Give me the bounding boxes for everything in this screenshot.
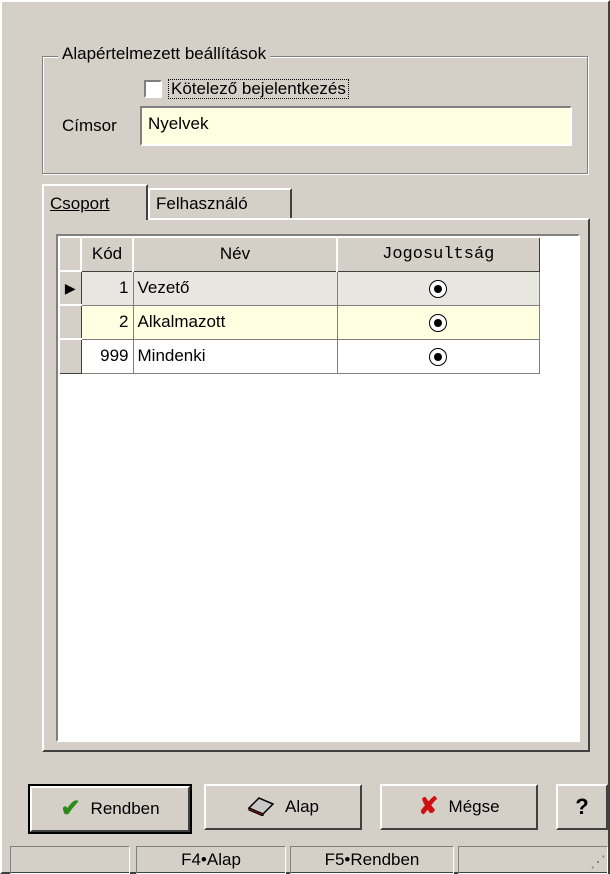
table-row[interactable]: 2 Alkalmazott (58, 304, 540, 340)
column-header-kod[interactable]: Kód (80, 236, 134, 272)
checkbox-label[interactable]: Kötelező bejelentkezés (168, 79, 349, 99)
table-row[interactable]: 999 Mindenki (58, 338, 540, 374)
cell-jogosultsag[interactable] (337, 339, 540, 374)
cell-nev[interactable]: Mindenki (133, 339, 338, 374)
column-header-jogosultsag[interactable]: Jogosultság (336, 236, 540, 272)
tab-felhasznalo[interactable]: Felhasználó (148, 188, 292, 218)
help-button[interactable]: ? (556, 784, 608, 830)
cancel-button[interactable]: ✘ Mégse (380, 784, 538, 830)
cancel-x-icon: ✘ (418, 793, 439, 820)
cell-kod[interactable]: 999 (81, 339, 134, 374)
status-panel-empty (10, 846, 130, 874)
reset-button-label: Alap (284, 797, 320, 816)
title-label: Címsor (62, 116, 117, 135)
row-indicator[interactable]: ▶ (58, 270, 82, 306)
grid-header-row: Kód Név Jogosultság (58, 236, 540, 272)
group-title: Alapértelmezett beállítások (58, 44, 271, 64)
row-indicator[interactable] (58, 338, 82, 374)
permission-radio[interactable] (429, 279, 447, 298)
row-indicator[interactable] (58, 304, 82, 340)
status-f4[interactable]: F4•Alap (136, 846, 286, 874)
title-input[interactable]: Nyelvek (140, 106, 572, 146)
header-indicator-cell (58, 236, 82, 272)
cell-jogosultsag[interactable] (337, 305, 540, 340)
cell-kod[interactable]: 2 (81, 305, 134, 340)
checkmark-icon: ✔ (60, 795, 81, 822)
tab-csoport[interactable]: Csoport (42, 184, 148, 220)
status-panel-empty-2 (458, 846, 608, 874)
cell-kod[interactable]: 1 (81, 271, 134, 306)
tab-csoport-label: Csoport (50, 194, 110, 213)
column-header-nev[interactable]: Név (132, 236, 338, 272)
cell-nev[interactable]: Alkalmazott (133, 305, 338, 340)
grid-table: Kód Név Jogosultság ▶ 1 Vezető 2 Alkalma… (58, 236, 540, 374)
mandatory-login-checkbox[interactable]: Kötelező bejelentkezés (144, 78, 349, 100)
permission-radio[interactable] (429, 313, 447, 332)
table-row[interactable]: ▶ 1 Vezető (58, 270, 540, 306)
ok-button-label: Rendben (90, 799, 160, 818)
permission-radio[interactable] (429, 347, 447, 366)
eraser-icon (247, 794, 275, 821)
ok-button[interactable]: ✔ Rendben (28, 784, 192, 834)
group-grid[interactable]: Kód Név Jogosultság ▶ 1 Vezető 2 Alkalma… (56, 234, 580, 742)
cell-jogosultsag[interactable] (337, 271, 540, 306)
checkbox-box[interactable] (144, 80, 162, 98)
reset-button[interactable]: Alap (204, 784, 362, 830)
cancel-button-label: Mégse (448, 797, 500, 816)
current-row-arrow-icon: ▶ (64, 280, 76, 296)
resize-grip-icon[interactable]: ⋰ (590, 852, 606, 872)
status-f5[interactable]: F5•Rendben (290, 846, 454, 874)
tab-felhasznalo-label: Felhasználó (156, 194, 248, 213)
cell-nev[interactable]: Vezető (133, 271, 338, 306)
